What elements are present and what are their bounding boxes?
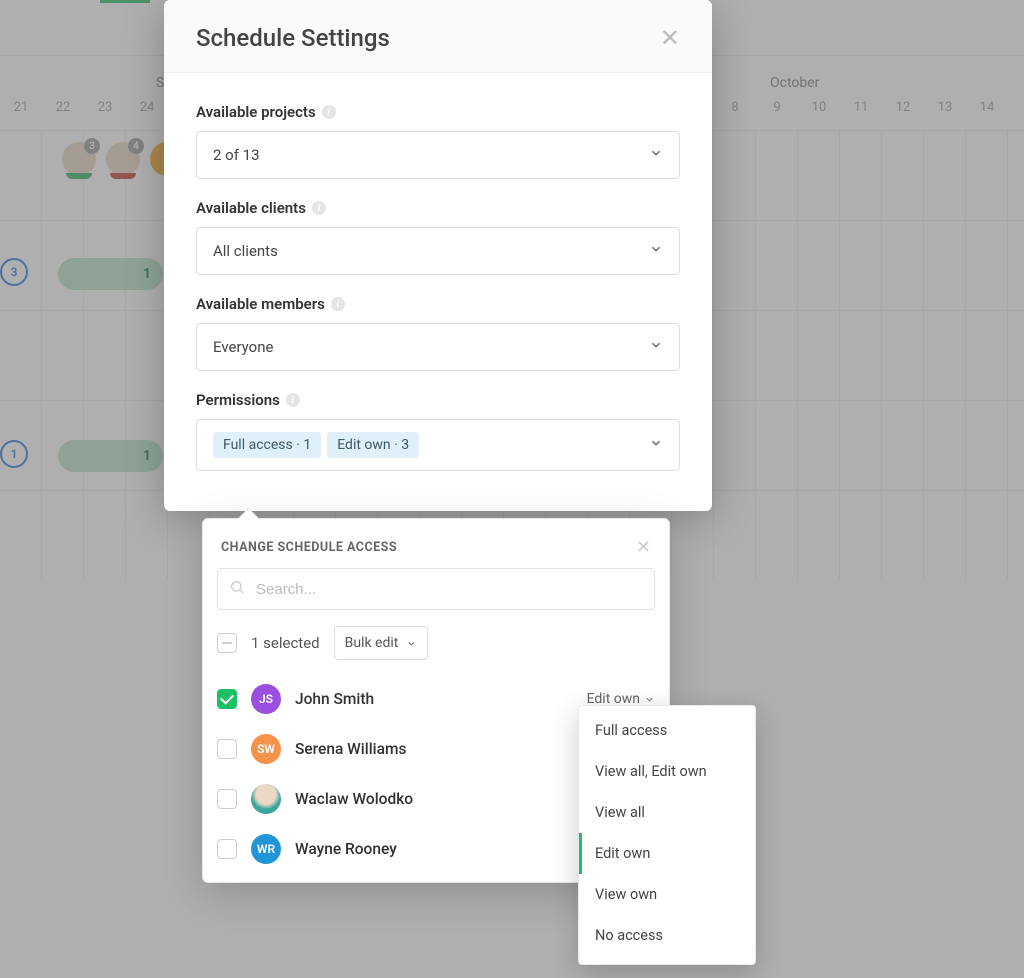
modal-title: Schedule Settings bbox=[196, 24, 390, 52]
member-name: John Smith bbox=[295, 690, 374, 708]
permission-chip: Edit own · 3 bbox=[327, 432, 419, 458]
chevron-down-icon bbox=[649, 436, 663, 454]
bulk-edit-select[interactable]: Bulk edit bbox=[334, 626, 429, 660]
dropdown-item[interactable]: View own bbox=[579, 874, 755, 915]
info-icon[interactable]: i bbox=[331, 297, 345, 311]
chevron-down-icon bbox=[649, 242, 663, 260]
members-label: Available members bbox=[196, 295, 325, 313]
close-icon[interactable]: ✕ bbox=[636, 537, 651, 558]
permissions-select[interactable]: Full access · 1 Edit own · 3 bbox=[196, 419, 680, 471]
avatar: WR bbox=[251, 834, 281, 864]
close-icon[interactable]: ✕ bbox=[660, 26, 680, 50]
info-icon[interactable]: i bbox=[312, 201, 326, 215]
members-select[interactable]: Everyone bbox=[196, 323, 680, 371]
avatar: SW bbox=[251, 734, 281, 764]
selected-count: 1 selected bbox=[251, 634, 320, 652]
clients-label: Available clients bbox=[196, 199, 306, 217]
dropdown-item[interactable]: View all bbox=[579, 792, 755, 833]
dropdown-item[interactable]: Full access bbox=[579, 710, 755, 751]
avatar: JS bbox=[251, 684, 281, 714]
select-all-checkbox[interactable] bbox=[217, 633, 237, 653]
info-icon[interactable]: i bbox=[286, 393, 300, 407]
search-input[interactable] bbox=[217, 568, 655, 610]
member-checkbox[interactable] bbox=[217, 689, 237, 709]
info-icon[interactable]: i bbox=[322, 105, 336, 119]
dropdown-item[interactable]: No access bbox=[579, 915, 755, 956]
member-name: Wayne Rooney bbox=[295, 840, 397, 858]
chevron-down-icon bbox=[644, 694, 655, 705]
member-name: Waclaw Wolodko bbox=[295, 790, 413, 808]
projects-label: Available projects bbox=[196, 103, 316, 121]
search-icon bbox=[229, 579, 245, 599]
member-checkbox[interactable] bbox=[217, 789, 237, 809]
member-name: Serena Williams bbox=[295, 740, 406, 758]
member-checkbox[interactable] bbox=[217, 839, 237, 859]
dropdown-item-active[interactable]: Edit own bbox=[579, 833, 755, 874]
permission-chip: Full access · 1 bbox=[213, 432, 321, 458]
projects-select[interactable]: 2 of 13 bbox=[196, 131, 680, 179]
member-checkbox[interactable] bbox=[217, 739, 237, 759]
schedule-settings-modal: Schedule Settings ✕ Available projects i… bbox=[164, 0, 712, 511]
permission-dropdown: Full access View all, Edit own View all … bbox=[578, 705, 756, 965]
chevron-down-icon bbox=[649, 338, 663, 356]
clients-select[interactable]: All clients bbox=[196, 227, 680, 275]
chevron-down-icon bbox=[649, 146, 663, 164]
popover-title: CHANGE SCHEDULE ACCESS bbox=[221, 540, 397, 555]
avatar bbox=[251, 784, 281, 814]
dropdown-item[interactable]: View all, Edit own bbox=[579, 751, 755, 792]
permissions-label: Permissions bbox=[196, 391, 280, 409]
chevron-down-icon bbox=[406, 638, 417, 649]
